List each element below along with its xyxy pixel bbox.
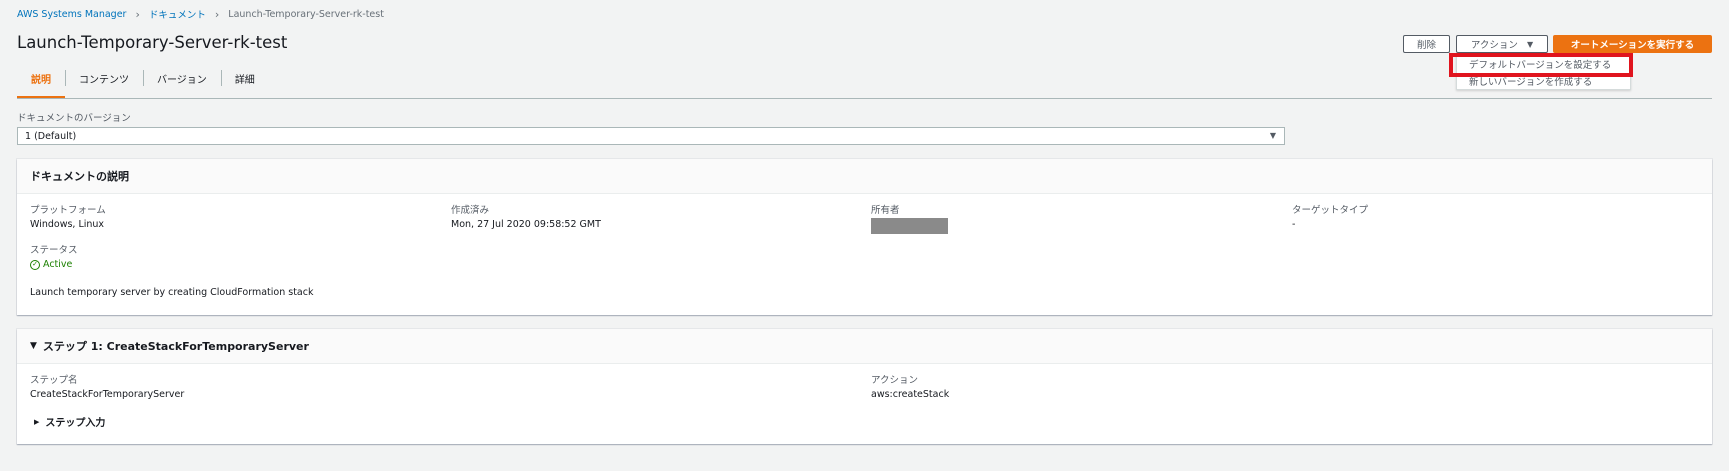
document-description-panel: ドキュメントの説明 プラットフォーム Windows, Linux 作成済み M… bbox=[17, 159, 1712, 315]
status-badge: ✓ Active bbox=[30, 259, 78, 270]
step-action-label: アクション bbox=[871, 375, 919, 386]
tab-description[interactable]: 説明 bbox=[17, 66, 65, 98]
run-automation-label: オートメーションを実行する bbox=[1570, 40, 1695, 51]
version-selected-value: 1 (Default) bbox=[25, 130, 77, 142]
step-input-expander[interactable]: ▶ ステップ入力 bbox=[34, 414, 106, 430]
actions-dropdown-button[interactable]: アクション ▼ bbox=[1456, 35, 1548, 53]
step-header[interactable]: ▼ ステップ 1: CreateStackForTemporaryServer bbox=[17, 329, 1712, 364]
target-type-label: ターゲットタイプ bbox=[1292, 205, 1369, 216]
chevron-right-icon: › bbox=[214, 7, 220, 21]
owner-label: 所有者 bbox=[871, 205, 900, 216]
tab-details[interactable]: 詳細 bbox=[220, 66, 269, 98]
step-action-field: アクション aws:createStack bbox=[871, 372, 949, 400]
caret-down-icon: ▼ bbox=[30, 341, 37, 351]
status-label: ステータス bbox=[30, 245, 78, 256]
step-action-value: aws:createStack bbox=[871, 389, 950, 400]
panel-title: ドキュメントの説明 bbox=[17, 159, 1712, 194]
created-label: 作成済み bbox=[451, 205, 490, 216]
delete-button[interactable]: 削除 bbox=[1403, 35, 1450, 53]
check-circle-icon: ✓ bbox=[30, 259, 40, 270]
caret-down-icon: ▼ bbox=[1269, 131, 1276, 140]
owner-field: 所有者 bbox=[871, 202, 948, 234]
status-field: ステータス ✓ Active bbox=[30, 242, 78, 270]
platform-value: Windows, Linux bbox=[30, 219, 105, 230]
caret-down-icon: ▼ bbox=[1526, 39, 1534, 49]
step-panel: ▼ ステップ 1: CreateStackForTemporaryServer … bbox=[17, 329, 1712, 444]
breadcrumb-link-systems-manager[interactable]: AWS Systems Manager bbox=[17, 9, 126, 20]
chevron-right-icon: › bbox=[135, 7, 140, 21]
document-description-text: Launch temporary server by creating Clou… bbox=[30, 287, 314, 298]
owner-value-redacted bbox=[871, 218, 948, 234]
delete-button-label: 削除 bbox=[1416, 40, 1436, 51]
platform-field: プラットフォーム Windows, Linux bbox=[30, 202, 106, 230]
breadcrumb: AWS Systems Manager › ドキュメント › Launch-Te… bbox=[17, 7, 384, 22]
tab-content[interactable]: コンテンツ bbox=[65, 66, 143, 98]
target-type-value: - bbox=[1292, 219, 1296, 230]
step-title: ステップ 1: CreateStackForTemporaryServer bbox=[42, 340, 309, 353]
step-name-field: ステップ名 CreateStackForTemporaryServer bbox=[30, 372, 184, 400]
run-automation-button[interactable]: オートメーションを実行する bbox=[1553, 35, 1712, 53]
step-input-label: ステップ入力 bbox=[45, 418, 106, 429]
page-title: Launch-Temporary-Server-rk-test bbox=[17, 33, 288, 52]
caret-right-icon: ▶ bbox=[34, 417, 40, 426]
created-value: Mon, 27 Jul 2020 09:58:52 GMT bbox=[451, 219, 601, 230]
breadcrumb-link-documents[interactable]: ドキュメント bbox=[149, 7, 206, 21]
target-type-field: ターゲットタイプ - bbox=[1292, 202, 1368, 230]
platform-label: プラットフォーム bbox=[30, 205, 106, 216]
status-value: Active bbox=[43, 259, 73, 270]
tab-versions[interactable]: バージョン bbox=[143, 66, 221, 98]
breadcrumb-current: Launch-Temporary-Server-rk-test bbox=[228, 8, 384, 20]
actions-button-label: アクション bbox=[1470, 40, 1518, 51]
version-select[interactable]: 1 (Default) ▼ bbox=[17, 127, 1285, 145]
tab-bar: 説明 コンテンツ バージョン 詳細 bbox=[17, 66, 269, 98]
step-name-label: ステップ名 bbox=[30, 375, 78, 386]
created-field: 作成済み Mon, 27 Jul 2020 09:58:52 GMT bbox=[451, 202, 601, 230]
tabs-divider bbox=[17, 98, 1712, 99]
highlight-annotation-box bbox=[1449, 53, 1633, 77]
step-name-value: CreateStackForTemporaryServer bbox=[30, 389, 185, 400]
version-label: ドキュメントのバージョン bbox=[17, 113, 131, 124]
